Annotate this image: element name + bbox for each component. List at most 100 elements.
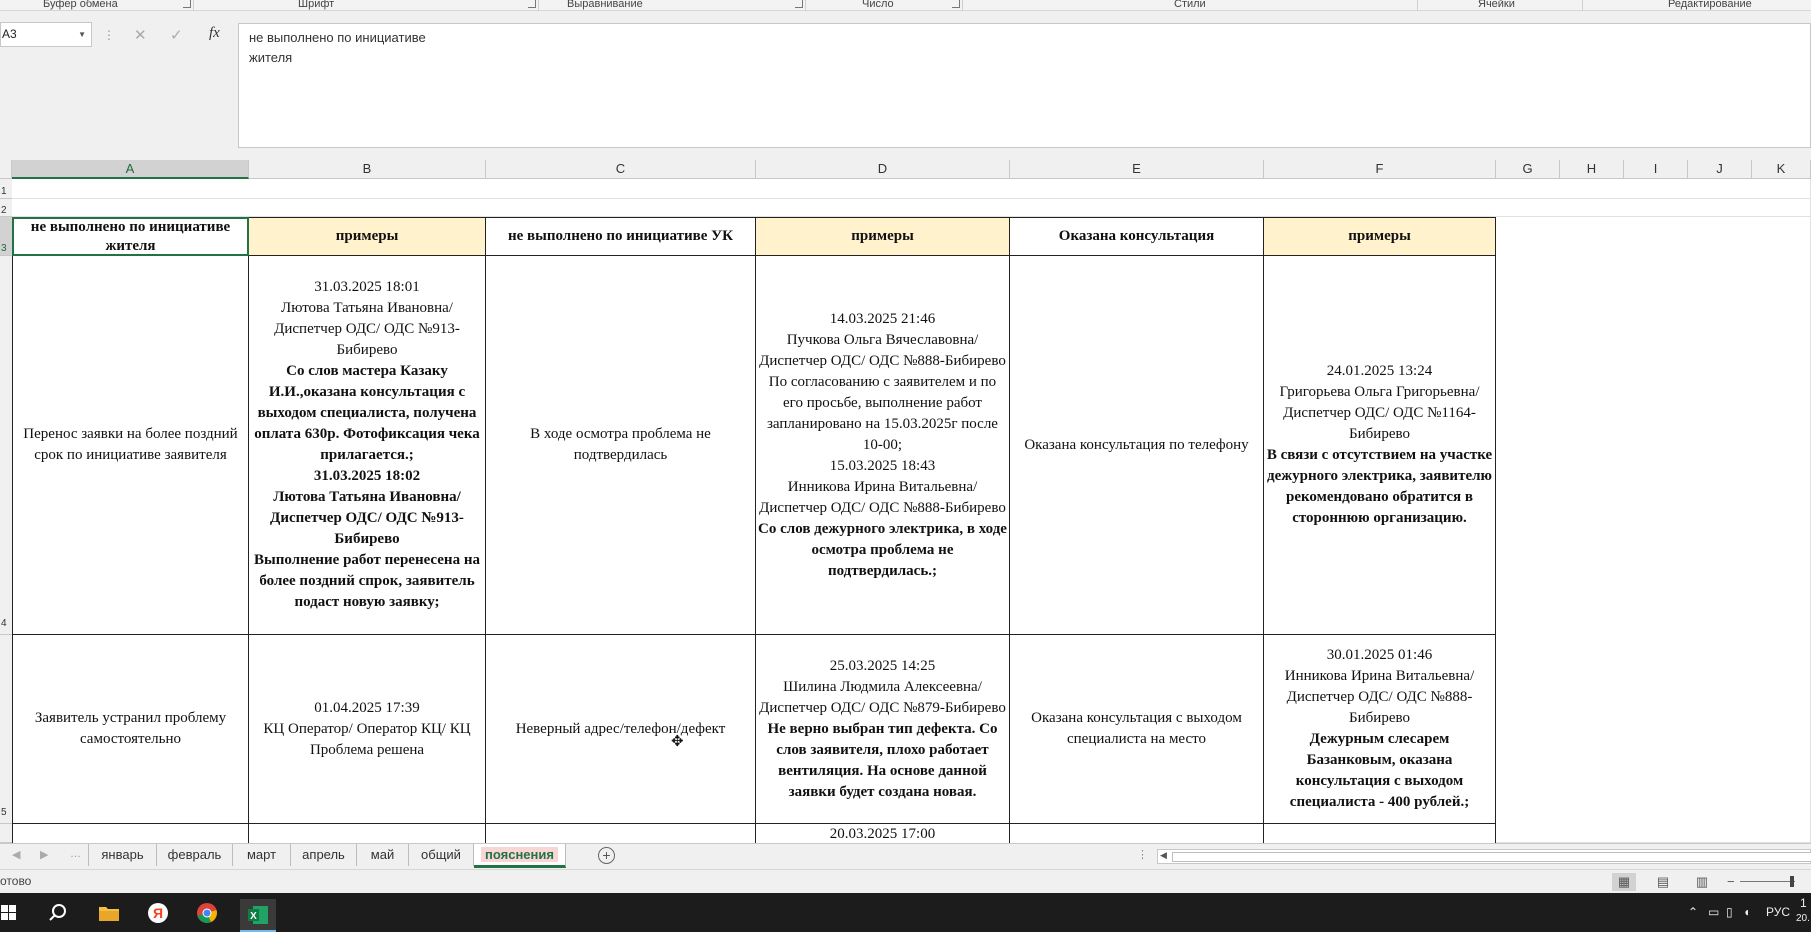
file-explorer-icon[interactable] xyxy=(94,899,124,927)
page-layout-view-icon[interactable]: ▤ xyxy=(1651,873,1675,891)
row-header-2[interactable]: 2 xyxy=(0,199,12,217)
clock-date[interactable]: 20. xyxy=(1796,913,1810,924)
cell-f3[interactable]: примеры xyxy=(1264,217,1496,256)
font-launcher-icon[interactable] xyxy=(528,0,536,8)
column-header-a[interactable]: A xyxy=(12,160,249,179)
cell-b4-text: 31.03.2025 18:01 Лютова Татьяна Ивановна/… xyxy=(251,277,483,613)
normal-view-icon[interactable]: ▦ xyxy=(1612,873,1636,891)
tab-may[interactable]: май xyxy=(357,844,409,866)
name-box[interactable]: A3 ▼ xyxy=(0,22,92,47)
zoom-slider-knob[interactable] xyxy=(1790,876,1794,887)
tab-march[interactable]: март xyxy=(233,844,291,866)
windows-start-icon[interactable] xyxy=(0,899,18,927)
empty-row-2[interactable] xyxy=(12,199,1811,217)
tab-overflow-icon[interactable]: … xyxy=(70,848,81,860)
cell-f5[interactable]: 30.01.2025 01:46 Инникова Ирина Витальевн… xyxy=(1264,635,1496,824)
scrollbar-thumb[interactable] xyxy=(1172,852,1811,862)
cell-d3[interactable]: примеры xyxy=(756,217,1010,256)
cell-c4[interactable]: В ходе осмотра проблема не подтвердилась xyxy=(486,256,756,635)
horizontal-scrollbar[interactable]: ◀ xyxy=(1157,849,1811,864)
column-header-e[interactable]: E xyxy=(1010,160,1264,179)
column-header-j[interactable]: J xyxy=(1688,160,1752,179)
row-header-6[interactable] xyxy=(0,824,12,843)
cancel-entry-icon[interactable]: ✕ xyxy=(134,26,147,44)
cell-e5[interactable]: Оказана консультация с выходом специалис… xyxy=(1010,635,1264,824)
row-header-4[interactable]: 4 xyxy=(0,256,12,635)
cell-c6[interactable] xyxy=(486,824,756,843)
clipboard-launcher-icon[interactable] xyxy=(183,0,191,8)
confirm-entry-icon[interactable]: ✓ xyxy=(170,26,183,44)
cell-f4[interactable]: 24.01.2025 13:24 Григорьева Ольга Григорь… xyxy=(1264,256,1496,635)
ribbon-separator xyxy=(962,0,963,11)
column-header-g[interactable]: G xyxy=(1496,160,1560,179)
cell-e3[interactable]: Оказана консультация xyxy=(1010,217,1264,256)
cell-b5[interactable]: 01.04.2025 17:39 КЦ Оператор/ Оператор КЦ… xyxy=(249,635,486,824)
chevron-down-icon[interactable]: ▼ xyxy=(78,23,86,46)
cell-line: Дежурным слесарем Базанковым, оказана ко… xyxy=(1289,731,1470,810)
battery-icon[interactable]: ▯ xyxy=(1726,905,1733,919)
language-indicator[interactable]: РУС xyxy=(1766,905,1790,919)
excel-taskbar-icon[interactable]: X xyxy=(240,899,276,932)
row-header-5[interactable]: 5 xyxy=(0,635,12,824)
cell-f3-text: примеры xyxy=(1348,228,1411,244)
ribbon-separator xyxy=(805,0,806,11)
tab-general[interactable]: общий xyxy=(409,844,474,866)
column-header-b[interactable]: B xyxy=(249,160,486,179)
row-header-3[interactable]: 3 xyxy=(0,217,12,256)
column-header-f[interactable]: F xyxy=(1264,160,1496,179)
yandex-browser-icon[interactable]: Я xyxy=(143,899,173,927)
sheet-tab-bar: ◀ ▶ … январь февраль март апрель май общ… xyxy=(0,843,1811,869)
cell-c5[interactable]: Неверный адрес/телефон/дефект xyxy=(486,635,756,824)
cell-a3[interactable]: не выполнено по инициативе жителя xyxy=(12,217,249,256)
scroll-left-icon[interactable]: ◀ xyxy=(1160,850,1167,861)
cell-a4[interactable]: Перенос заявки на более поздний срок по … xyxy=(12,256,249,635)
chrome-icon[interactable] xyxy=(192,899,222,927)
network-icon[interactable]: ▭ xyxy=(1708,905,1719,919)
formula-input[interactable]: не выполнено по инициативе жителя xyxy=(238,23,1811,148)
cell-a6[interactable] xyxy=(12,824,249,843)
column-header-h[interactable]: H xyxy=(1560,160,1624,179)
cell-a5[interactable]: Заявитель устранил проблему самостоятель… xyxy=(12,635,249,824)
insert-function-icon[interactable]: fx xyxy=(209,25,220,42)
scroll-split-grip-icon[interactable]: ⋮ xyxy=(1137,848,1148,861)
empty-columns-g-k[interactable] xyxy=(1496,217,1811,843)
next-sheet-icon[interactable]: ▶ xyxy=(40,848,48,861)
tab-april[interactable]: апрель xyxy=(291,844,357,866)
ribbon-group-editing: Редактирование xyxy=(1668,0,1752,10)
cell-f6[interactable] xyxy=(1264,824,1496,843)
cell-e4[interactable]: Оказана консультация по телефону xyxy=(1010,256,1264,635)
column-header-i[interactable]: I xyxy=(1624,160,1688,179)
cell-d5[interactable]: 25.03.2025 14:25 Шилина Людмила Алексеевн… xyxy=(756,635,1010,824)
zoom-out-icon[interactable]: − xyxy=(1727,870,1735,893)
volume-icon[interactable]: ◖ xyxy=(1743,905,1750,919)
cell-b4[interactable]: 31.03.2025 18:01 Лютова Татьяна Ивановна/… xyxy=(249,256,486,635)
tray-expand-icon[interactable]: ⌃ xyxy=(1688,905,1698,919)
empty-row-1[interactable] xyxy=(12,179,1811,199)
row-header-1[interactable]: 1 xyxy=(0,179,12,199)
search-icon[interactable] xyxy=(43,899,73,927)
column-header-c[interactable]: C xyxy=(486,160,756,179)
tab-february[interactable]: февраль xyxy=(157,844,233,866)
page-break-view-icon[interactable]: ▥ xyxy=(1690,873,1714,891)
cell-line: 14.03.2025 21:46 xyxy=(829,310,936,327)
tab-january[interactable]: январь xyxy=(88,844,157,866)
cell-b6[interactable] xyxy=(249,824,486,843)
tab-explanations[interactable]: пояснения xyxy=(474,844,566,868)
cell-b3[interactable]: примеры xyxy=(249,217,486,256)
alignment-launcher-icon[interactable] xyxy=(795,0,803,8)
clock-time[interactable]: 1 xyxy=(1800,896,1807,910)
cell-c3[interactable]: не выполнено по инициативе УК xyxy=(486,217,756,256)
ribbon-group-clipboard: Буфер обмена xyxy=(43,0,118,10)
status-bar: отово ▦ ▤ ▥ − xyxy=(0,869,1811,893)
column-header-k[interactable]: K xyxy=(1752,160,1811,179)
cell-e6[interactable] xyxy=(1010,824,1264,843)
zoom-slider[interactable] xyxy=(1740,881,1795,882)
number-launcher-icon[interactable] xyxy=(952,0,960,8)
formula-bar-grip-icon[interactable]: ⋮ xyxy=(103,28,115,42)
add-sheet-icon[interactable]: + xyxy=(598,847,615,864)
prev-sheet-icon[interactable]: ◀ xyxy=(12,848,20,861)
cell-d4[interactable]: 14.03.2025 21:46 Пучкова Ольга Вячеславов… xyxy=(756,256,1010,635)
cell-d6[interactable]: 20.03.2025 17:00 xyxy=(756,824,1010,843)
select-all-corner[interactable] xyxy=(0,160,12,179)
column-header-d[interactable]: D xyxy=(756,160,1010,179)
